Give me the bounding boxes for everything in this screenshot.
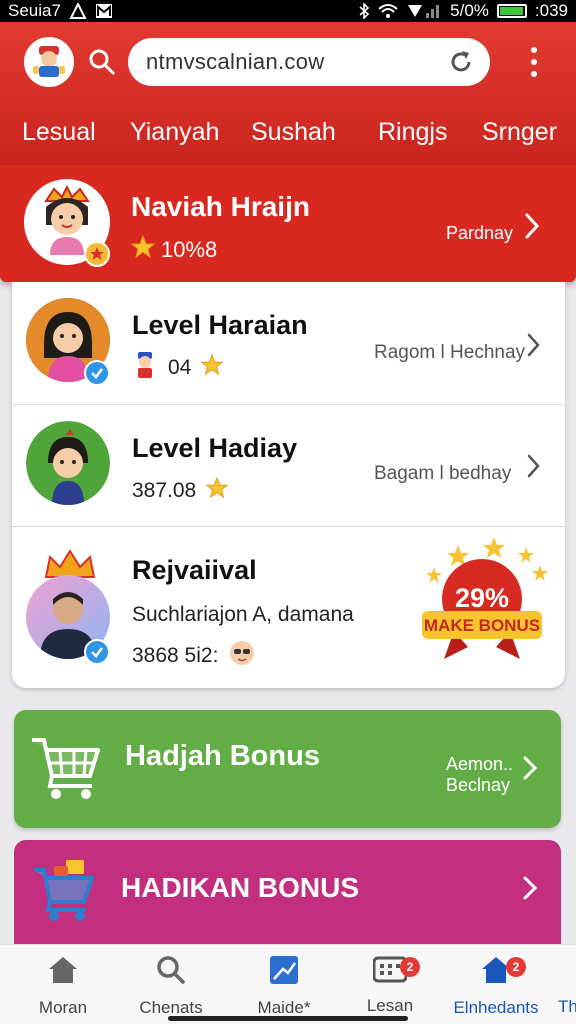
app-notification-icon [69, 3, 87, 19]
star-icon [201, 353, 224, 382]
battery-icon [496, 4, 527, 18]
character-icon [132, 350, 158, 386]
profile-link[interactable]: Pardnay [446, 223, 513, 244]
bluetooth-icon [358, 3, 370, 19]
nav-item-moran[interactable]: Moran [15, 955, 111, 1018]
nav-label: Moran [38, 998, 88, 1017]
bonus-badge[interactable]: 29% MAKE BONUS [408, 531, 556, 665]
tab-yianyah[interactable]: Yianyah [130, 118, 219, 147]
tab-srnger[interactable]: Srnger [482, 118, 557, 147]
search-icon [156, 955, 186, 990]
search-icon[interactable] [88, 48, 116, 81]
nav-label: Lesan [366, 996, 414, 1015]
chevron-right-icon[interactable] [521, 754, 539, 782]
notification-badge: 2 [400, 957, 420, 977]
mail-icon [95, 3, 113, 19]
verified-icon [84, 360, 110, 386]
home-icon [47, 955, 79, 990]
nav-item-maide[interactable]: Maide* [236, 955, 332, 1018]
badge-label: MAKE BONUS [423, 616, 541, 635]
badge-percent: 29% [454, 583, 510, 613]
notification-badge: 2 [506, 957, 526, 977]
profile-banner[interactable]: Naviah Hraijn 10%8 Pardnay [0, 165, 576, 282]
battery-percent: 5/0% [450, 1, 489, 20]
reload-icon[interactable] [448, 49, 474, 75]
bottom-navigation: Moran Chenats Maide* Lesan 2 Elnhedants … [0, 944, 576, 1024]
bonus-card-hadikan[interactable]: HADIKAN BONUS [14, 840, 561, 960]
bonus-sub-line2: Beclnay [446, 775, 511, 795]
clock: :039 [534, 1, 568, 20]
bonus-title: HADIKAN BONUS [121, 872, 359, 903]
emoji-face-icon [228, 639, 256, 673]
level-list: Level Haraian 04 Ragom l Hechnay Level H… [12, 282, 565, 688]
row-title: Level Hadiay [132, 433, 298, 463]
star-icon [205, 476, 229, 505]
row-description: Suchlariajon A, damana [132, 603, 354, 626]
tab-sushah[interactable]: Sushah [251, 118, 336, 147]
bonus-card-hadjah[interactable]: Hadjah Bonus Aemon.. Beclnay [14, 710, 561, 828]
tab-ringjs[interactable]: Ringjs [378, 118, 447, 147]
home-indicator [168, 1016, 408, 1021]
url-text: ntmvscalnian.cow [146, 49, 325, 74]
row-value: 3868 5i2: [132, 644, 219, 667]
row-subtitle: 3868 5i2: [132, 639, 256, 673]
wifi-icon [378, 3, 398, 19]
nav-label-overflow[interactable]: Th [558, 997, 576, 1017]
more-options-icon[interactable] [522, 44, 546, 80]
row-title: Rejvaiival [132, 555, 257, 585]
bonus-sub-line1: Aemon.. [446, 754, 514, 774]
star-icon [130, 234, 156, 265]
chevron-right-icon[interactable] [521, 874, 539, 902]
url-field[interactable]: ntmvscalnian.cow [128, 38, 490, 86]
nav-item-chenats[interactable]: Chenats [123, 955, 219, 1018]
chevron-right-icon[interactable] [524, 332, 542, 358]
nav-label: Elnhedants [453, 998, 539, 1017]
row-value: 04 [168, 356, 192, 379]
carrier-text: Seuia7 [8, 1, 61, 20]
list-item-level-hadiay[interactable]: Level Hadiay 387.08 Bagam l bedhay [12, 405, 565, 527]
status-bar: Seuia7 5/0% :039 [0, 0, 576, 22]
verified-icon [84, 639, 110, 665]
nav-label: Chenats [139, 998, 203, 1017]
row-title: Level Haraian [132, 310, 308, 340]
app-header: ntmvscalnian.cow Lesual Yianyah Sushah R… [0, 22, 576, 165]
shopping-cart-icon [32, 856, 96, 927]
user-avatar[interactable] [24, 37, 74, 87]
row-value: 387.08 [132, 479, 197, 502]
profile-score-text: 10%8 [161, 237, 218, 262]
cart-icon [30, 732, 102, 809]
row-avatar [26, 421, 110, 505]
row-link[interactable]: Ragom l Hechnay [374, 342, 525, 364]
signal-icon [406, 3, 442, 19]
profile-score: 10%8 [130, 234, 218, 265]
row-subtitle: 04 [132, 350, 224, 386]
chevron-right-icon[interactable] [522, 211, 542, 241]
nav-item-lesan[interactable]: Lesan 2 [342, 955, 438, 1016]
profile-avatar [24, 179, 110, 267]
bonus-title: Hadjah Bonus [125, 740, 320, 772]
chevron-right-icon[interactable] [524, 453, 542, 479]
category-tabs: Lesual Yianyah Sushah Ringjs Srnger [0, 112, 576, 152]
profile-name: Naviah Hraijn [131, 191, 310, 222]
nav-label: Maide* [257, 998, 311, 1017]
chart-icon [269, 955, 299, 990]
list-item-level-haraian[interactable]: Level Haraian 04 Ragom l Hechnay [12, 282, 565, 405]
tab-lesual[interactable]: Lesual [22, 118, 96, 147]
list-item-rejvaiival[interactable]: Rejvaiival Suchlariajon A, damana 3868 5… [12, 527, 565, 688]
row-link[interactable]: Bagam l bedhay [374, 463, 511, 485]
medal-icon [84, 241, 110, 267]
row-subtitle: 387.08 [132, 476, 229, 505]
nav-item-elnhedants[interactable]: Elnhedants 2 [448, 955, 544, 1018]
